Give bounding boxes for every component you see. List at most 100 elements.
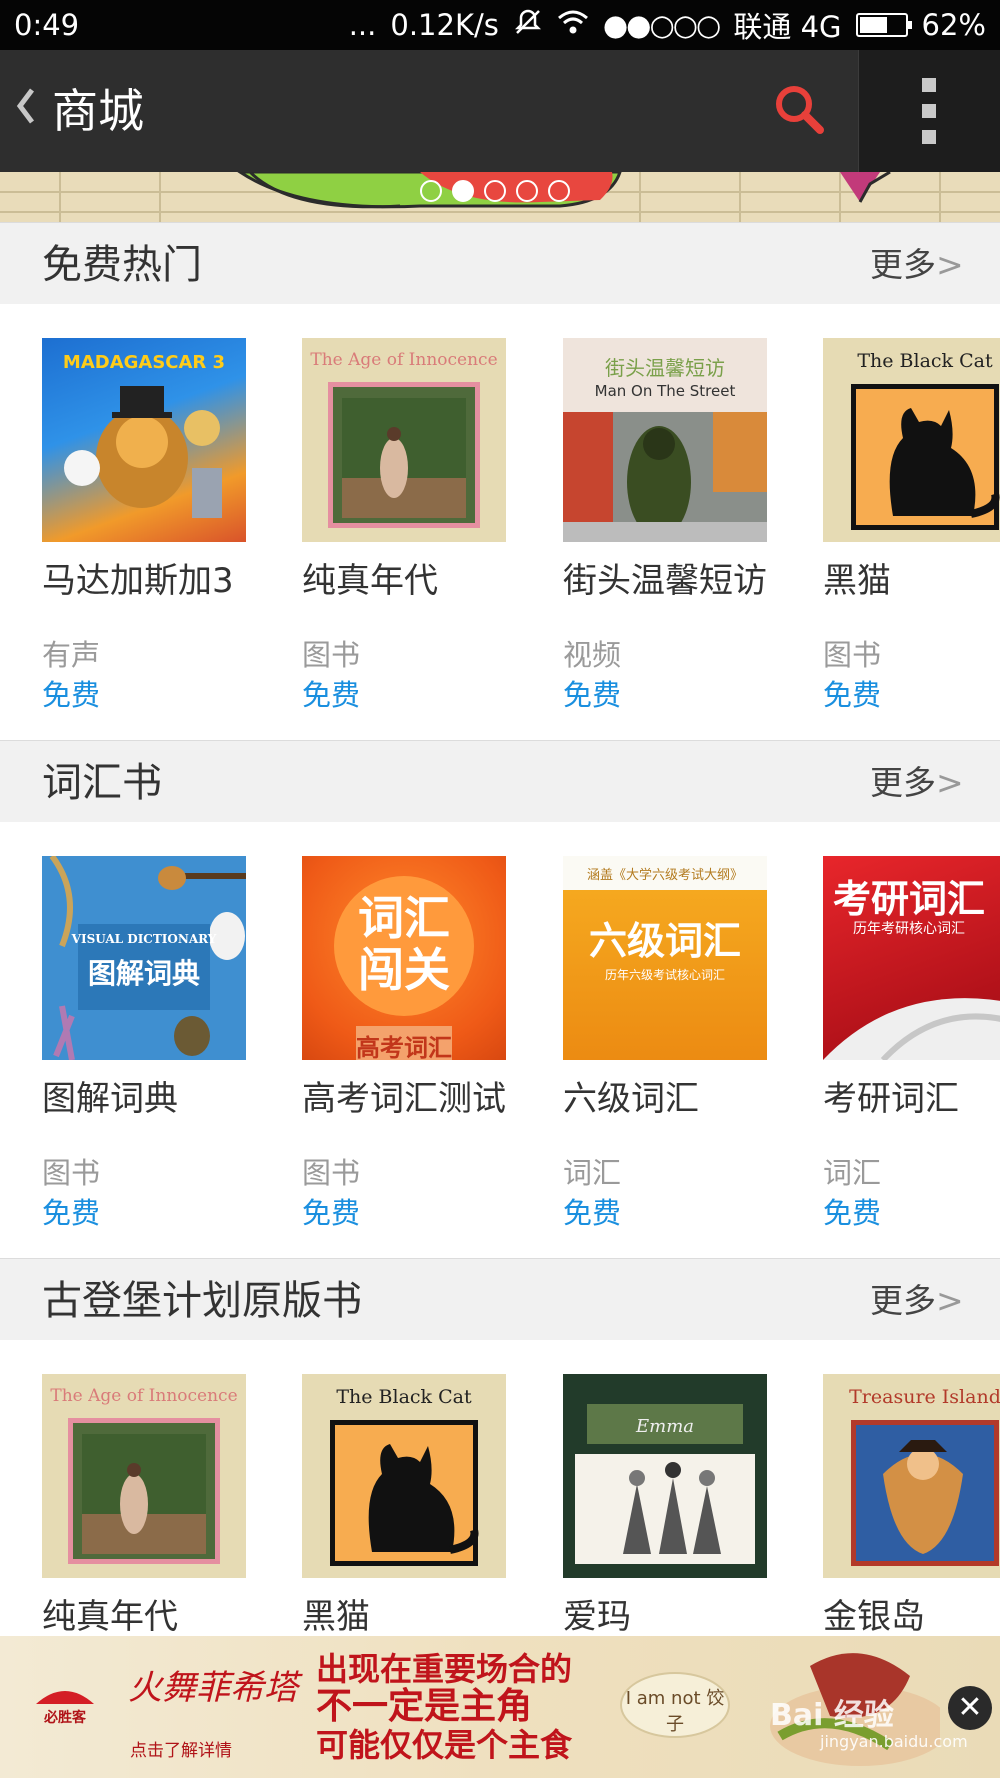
- menu-dot-icon: [922, 130, 936, 144]
- ad-product-name: 火舞菲希塔: [128, 1668, 298, 1708]
- product-name: 图解词典: [42, 1079, 178, 1119]
- product-name: 高考词汇测试: [302, 1079, 506, 1119]
- section-header: 古登堡计划原版书 更多>: [0, 1258, 1000, 1340]
- product-card[interactable]: The Age of Innocence 纯真年代: [42, 1374, 292, 1638]
- logo-text: 必胜客: [43, 1709, 87, 1726]
- more-label: 更多: [870, 245, 936, 284]
- search-button[interactable]: [768, 78, 832, 142]
- chevron-right-icon: >: [936, 763, 964, 802]
- cover-image: The Black Cat: [823, 338, 1000, 542]
- mute-icon: [513, 7, 543, 44]
- cover-subtitle: 高考词汇: [356, 1034, 452, 1060]
- ad-speech-bubble: I am not 饺子: [620, 1672, 730, 1738]
- network-speed: 0.12K/s: [390, 8, 499, 42]
- product-name: 纯真年代: [42, 1597, 178, 1637]
- product-name: 爱玛: [563, 1597, 631, 1637]
- product-name: 黑猫: [302, 1597, 370, 1637]
- product-type: 词汇: [823, 1156, 882, 1190]
- cover-title-text: 词汇闯关: [358, 891, 450, 997]
- product-type: 词汇: [563, 1156, 622, 1190]
- back-icon[interactable]: [14, 86, 36, 134]
- product-card[interactable]: 词汇闯关 高考词汇 高考词汇测试 图书 免费: [302, 856, 552, 1230]
- status-bar: 0:49 ... 0.12K/s ●●○○○ 联通 4G 62%: [0, 0, 1000, 50]
- product-card[interactable]: VISUAL DICTIONARY 图解词典 图解词典 图书 免费: [42, 856, 292, 1230]
- section-title: 词汇书: [42, 760, 162, 806]
- carousel-dot: [452, 180, 474, 202]
- product-section: 免费热门 更多> MADAGASCAR 3 马达加斯加3 有声 免费 The A…: [0, 222, 1000, 738]
- cover-image: MADAGASCAR 3: [42, 338, 246, 542]
- cover-image: The Age of Innocence: [302, 338, 506, 542]
- product-price: 免费: [302, 1196, 361, 1230]
- ad-line-3: 可能仅仅是个主食: [316, 1726, 573, 1764]
- search-icon: [776, 86, 824, 134]
- product-list: VISUAL DICTIONARY 图解词典 图解词典 图书 免费 词汇闯关 高…: [0, 822, 1000, 1256]
- section-title: 古登堡计划原版书: [42, 1278, 362, 1324]
- cover-image: VISUAL DICTIONARY 图解词典: [42, 856, 246, 1060]
- product-name: 黑猫: [823, 561, 891, 601]
- product-name: 考研词汇: [823, 1079, 959, 1119]
- carrier-label: 联通 4G: [733, 10, 842, 44]
- carousel-pager: [420, 180, 570, 202]
- product-card[interactable]: The Age of Innocence 纯真年代 图书 免费: [302, 338, 552, 712]
- cover-subtitle: Man On The Street: [594, 382, 736, 400]
- more-link[interactable]: 更多>: [870, 245, 964, 285]
- cover-image: Emma: [563, 1374, 767, 1578]
- menu-dot-icon: [922, 104, 936, 118]
- watermark: Bai 经验: [770, 1698, 894, 1733]
- app-bar: 商城: [0, 50, 1000, 172]
- product-price: 免费: [42, 1196, 101, 1230]
- carousel-dot: [516, 180, 538, 202]
- signal-strength-icon: ●●○○○: [602, 8, 722, 42]
- cover-title: 图解词典: [87, 957, 200, 990]
- product-type: 图书: [302, 1156, 361, 1190]
- close-icon: ✕: [957, 1690, 983, 1725]
- product-card[interactable]: MADAGASCAR 3 马达加斯加3 有声 免费: [42, 338, 292, 712]
- promo-carousel[interactable]: [0, 172, 1000, 222]
- carousel-dot: [420, 180, 442, 202]
- cover-image: 词汇闯关 高考词汇: [302, 856, 506, 1060]
- product-section: 词汇书 更多> VISUAL DICTIONARY 图解词典 图解词典 图书 免…: [0, 740, 1000, 1256]
- product-price: 免费: [823, 1196, 882, 1230]
- wifi-icon: [557, 8, 589, 42]
- ad-headline: 出现在重要场合的 不一定是主角 可能仅仅是个主食: [316, 1650, 572, 1764]
- page-title: 商城: [52, 84, 144, 138]
- product-card[interactable]: Emma 爱玛: [563, 1374, 813, 1638]
- cover-image: 考研词汇 历年考研核心词汇: [823, 856, 1000, 1060]
- status-indicators: ... 0.12K/s ●●○○○ 联通 4G 62%: [349, 4, 986, 46]
- cover-image: The Black Cat: [302, 1374, 506, 1578]
- product-price: 免费: [823, 678, 882, 712]
- status-time: 0:49: [14, 8, 80, 42]
- cover-subtitle: VISUAL DICTIONARY: [71, 932, 217, 946]
- notification-dots-icon: ...: [348, 8, 377, 42]
- product-card[interactable]: Treasure Island 金银岛: [823, 1374, 1000, 1638]
- product-type: 图书: [823, 638, 882, 672]
- cover-title: Emma: [635, 1416, 694, 1437]
- product-card[interactable]: 涵盖《大学六级考试大纲》 六级词汇 历年六级考试核心词汇 六级词汇 词汇 免费: [563, 856, 813, 1230]
- product-type: 图书: [42, 1156, 101, 1190]
- more-label: 更多: [870, 763, 936, 802]
- close-ad-button[interactable]: ✕: [948, 1686, 992, 1730]
- product-card[interactable]: The Black Cat 黑猫: [302, 1374, 552, 1638]
- carousel-dot: [484, 180, 506, 202]
- section-title: 免费热门: [42, 242, 202, 288]
- product-card[interactable]: 考研词汇 历年考研核心词汇 考研词汇 词汇 免费: [823, 856, 1000, 1230]
- cover-tagline: 涵盖《大学六级考试大纲》: [586, 868, 743, 883]
- carousel-dot: [548, 180, 570, 202]
- product-name: 六级词汇: [563, 1079, 699, 1119]
- product-card[interactable]: 街头温馨短访 Man On The Street 街头温馨短访 视频 免费: [563, 338, 813, 712]
- product-price: 免费: [302, 678, 361, 712]
- more-link[interactable]: 更多>: [870, 763, 964, 803]
- more-label: 更多: [870, 1281, 936, 1320]
- overflow-menu-button[interactable]: [858, 50, 1000, 172]
- pizza-hut-logo: 必胜客: [30, 1676, 100, 1736]
- product-name: 街头温馨短访: [563, 561, 767, 601]
- ad-line-2: 不一定是主角: [316, 1686, 533, 1727]
- product-card[interactable]: The Black Cat 黑猫 图书 免费: [823, 338, 1000, 712]
- product-list: MADAGASCAR 3 马达加斯加3 有声 免费 The Age of Inn…: [0, 304, 1000, 738]
- product-price: 免费: [563, 1196, 622, 1230]
- menu-dot-icon: [922, 78, 936, 92]
- product-type: 有声: [42, 638, 101, 672]
- product-type: 图书: [302, 638, 361, 672]
- section-header: 免费热门 更多>: [0, 222, 1000, 304]
- more-link[interactable]: 更多>: [870, 1281, 964, 1321]
